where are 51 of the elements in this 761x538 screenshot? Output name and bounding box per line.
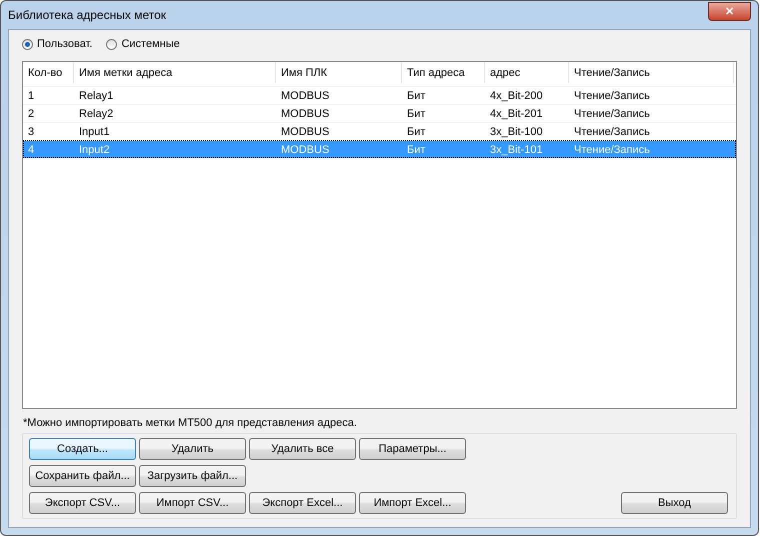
table-cell-text: MODBUS — [280, 126, 330, 138]
radio-label: Системные — [121, 38, 180, 50]
table-cell-text: Бит — [406, 90, 426, 102]
table-cell-text: Input2 — [78, 144, 111, 156]
table-cell-text: MODBUS — [280, 108, 330, 120]
table-row[interactable]: 2 Relay2 MODBUS Бит 4x_Bit-201 Чтение/Запись — [23, 104, 736, 122]
table-cell-text: 4x_Bit-201 — [489, 108, 544, 120]
table-row[interactable]: 1 Relay1 MODBUS Бит 4x_Bit-200 Чтение/Запись — [23, 86, 736, 104]
table-cell-text: MODBUS — [280, 144, 330, 156]
column-header[interactable]: Имя метки адреса — [74, 62, 276, 83]
action-button[interactable]: Загрузить файл... — [139, 465, 246, 487]
action-button[interactable]: Создать... — [29, 438, 136, 460]
radio-option[interactable]: Пользоват. — [22, 38, 92, 50]
table-cell-text: Чтение/Запись — [573, 144, 651, 156]
action-button[interactable]: Импорт Excel... — [359, 492, 466, 514]
table-cell-text: 3x_Bit-100 — [489, 126, 544, 138]
column-header[interactable]: адрес — [485, 62, 569, 83]
column-header[interactable]: Чтение/Запись — [569, 62, 734, 83]
radio-label: Пользоват. — [37, 38, 92, 50]
table-cell-text: Бит — [406, 108, 426, 120]
action-button[interactable]: Импорт CSV... — [139, 492, 246, 514]
action-button[interactable]: Сохранить файл... — [29, 465, 136, 487]
table-cell-text: MODBUS — [280, 90, 330, 102]
action-button[interactable]: Экспорт Excel... — [249, 492, 356, 514]
window-title: Библиотека адресных меток — [8, 8, 166, 22]
table-cell-text: 4 — [27, 144, 36, 156]
table-cell-text: 1 — [27, 90, 36, 102]
table-cell-text: Input1 — [78, 126, 111, 138]
column-header[interactable]: Кол-во — [23, 62, 74, 83]
action-button[interactable]: Параметры... — [359, 438, 466, 460]
table-cell-text: 2 — [27, 108, 36, 120]
action-button[interactable]: Удалить все — [249, 438, 356, 460]
table-cell-text: Бит — [406, 144, 426, 156]
table-cell-text: Чтение/Запись — [573, 126, 651, 138]
table-cell-text: Relay2 — [78, 108, 114, 120]
radio-option[interactable]: Системные — [106, 38, 180, 50]
import-note: *Можно импортировать метки MT500 для представления адреса. — [23, 417, 358, 429]
table-cell-text: 3 — [27, 126, 36, 138]
radio-icon[interactable] — [106, 38, 118, 50]
table-cell-text: 3x_Bit-101 — [489, 144, 544, 156]
table-cell-text: Чтение/Запись — [573, 90, 651, 102]
exit-button[interactable]: Выход — [621, 492, 728, 514]
action-button[interactable]: Удалить — [139, 438, 246, 460]
table-cell-text: 4x_Bit-200 — [489, 90, 544, 102]
radio-icon[interactable] — [22, 38, 33, 50]
table-cell-text: Relay1 — [78, 90, 114, 102]
table-cell-text: Бит — [406, 126, 426, 138]
column-header[interactable]: Тип адреса — [402, 62, 485, 83]
table-cell-text: Чтение/Запись — [573, 108, 651, 120]
column-header[interactable]: Имя ПЛК — [276, 62, 402, 83]
action-button[interactable]: Экспорт CSV... — [29, 492, 136, 514]
